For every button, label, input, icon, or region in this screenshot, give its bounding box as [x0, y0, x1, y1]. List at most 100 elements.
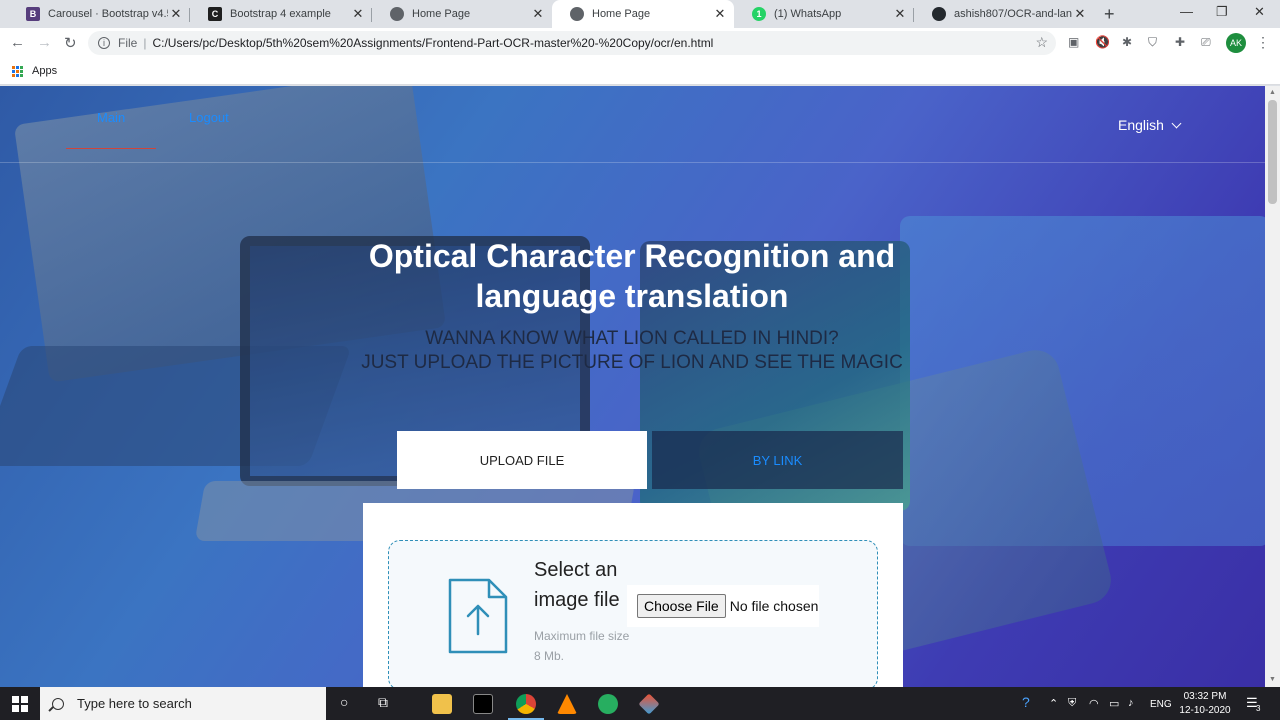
atom-icon[interactable] [598, 694, 618, 714]
tab-upload-file[interactable]: UPLOAD FILE [397, 431, 647, 489]
taskbar-search-placeholder: Type here to search [77, 696, 192, 711]
tab-strip: B Carousel · Bootstrap v4.5 ✕ C Bootstra… [0, 0, 1280, 28]
tab-title: Carousel · Bootstrap v4.5 [48, 8, 168, 20]
tab-title: (1) WhatsApp [774, 8, 842, 20]
language-label: English [1118, 117, 1164, 133]
shield-extension-icon[interactable]: ⛉ [1148, 35, 1157, 50]
hero-subtitle-line: WANNA KNOW WHAT LION CALLED IN HINDI? [425, 328, 839, 349]
upload-file-icon [448, 578, 508, 654]
new-tab-button[interactable]: + [1104, 4, 1115, 25]
apps-grid-icon[interactable] [12, 65, 23, 77]
taskbar-search[interactable]: Type here to search [40, 687, 326, 720]
address-divider: | [143, 36, 147, 50]
max-size-line: 8 Mb. [534, 649, 565, 663]
address-url: C:/Users/pc/Desktop/5th%20sem%20Assignme… [152, 36, 714, 50]
bug-extension-icon[interactable]: ✱ [1122, 35, 1132, 49]
site-navbar: Main Logout English [0, 86, 1265, 163]
task-view-icon[interactable]: ⧉ [378, 694, 388, 711]
hero-subtitle: WANNA KNOW WHAT LION CALLED IN HINDI? JU… [282, 327, 982, 375]
file-dropzone[interactable]: Select an image file Maximum file size 8… [388, 540, 878, 687]
close-tab-icon[interactable]: ✕ [892, 6, 908, 22]
cast-icon[interactable]: ⎚ [1201, 35, 1211, 50]
file-input[interactable]: Choose File No file chosen [627, 585, 819, 627]
git-icon[interactable] [638, 693, 660, 715]
nav-main-link[interactable]: Main [97, 110, 125, 125]
tab-by-link[interactable]: BY LINK [652, 431, 903, 489]
notification-count-badge: 3 [1256, 704, 1261, 713]
browser-tab[interactable]: ashish807/OCR-and-languag ✕ [914, 0, 1094, 28]
select-image-label: Select an image file [534, 555, 620, 615]
active-nav-underline [66, 148, 156, 149]
hero-title: Optical Character Recognition and langua… [368, 238, 896, 314]
language-dropdown[interactable]: English [1118, 117, 1182, 133]
browser-tab[interactable]: C Bootstrap 4 example ✕ [190, 0, 372, 28]
wifi-icon[interactable]: ◠ [1089, 697, 1099, 710]
maximize-button[interactable]: ❐ [1216, 4, 1228, 20]
close-tab-icon[interactable]: ✕ [1072, 6, 1088, 22]
reload-icon[interactable]: ↻ [64, 34, 77, 52]
defender-shield-icon[interactable]: ⛨ [1068, 697, 1076, 710]
back-icon[interactable]: ← [10, 34, 25, 51]
address-scheme: File [118, 36, 138, 50]
browser-tab[interactable]: Home Page ✕ [372, 0, 552, 28]
forward-icon[interactable]: → [37, 34, 52, 51]
browser-tab-active[interactable]: Home Page ✕ [552, 0, 734, 28]
info-icon[interactable]: i [98, 37, 110, 49]
bootstrap-favicon-icon: B [26, 7, 40, 21]
github-favicon-icon [932, 7, 946, 21]
close-tab-icon[interactable]: ✕ [168, 6, 184, 22]
profile-avatar[interactable]: AK [1226, 33, 1246, 53]
tab-title: Bootstrap 4 example [230, 8, 331, 20]
nav-logout-link[interactable]: Logout [189, 110, 229, 125]
browser-tab[interactable]: 1 (1) WhatsApp ✕ [734, 0, 914, 28]
scroll-down-icon[interactable]: ▼ [1269, 676, 1276, 683]
tab-title: Home Page [412, 8, 471, 20]
apps-bookmark[interactable]: Apps [32, 65, 57, 77]
file-explorer-icon[interactable] [432, 694, 452, 714]
windows-taskbar: Type here to search ○ ⧉ ? ⌃ ⛨ ◠ ▭ ♪ ENG … [0, 687, 1280, 720]
mute-tab-icon[interactable]: 🔇 [1095, 35, 1110, 49]
globe-icon [570, 7, 584, 21]
taskbar-clock[interactable]: 03:32 PM 12-10-2020 [1172, 690, 1238, 718]
globe-icon [390, 7, 404, 21]
whatsapp-favicon-icon: 1 [752, 7, 766, 21]
windows-start-icon[interactable] [12, 696, 28, 712]
hero-subtitle-line: JUST UPLOAD THE PICTURE OF LION AND SEE … [361, 352, 903, 373]
close-tab-icon[interactable]: ✕ [712, 6, 728, 22]
no-file-chosen-text: No file chosen [729, 598, 819, 614]
puzzle-extensions-icon[interactable]: ✚ [1175, 35, 1185, 49]
tab-title: ashish807/OCR-and-languag [954, 8, 1072, 20]
scroll-up-icon[interactable]: ▲ [1269, 89, 1276, 96]
close-tab-icon[interactable]: ✕ [350, 6, 366, 22]
tab-title: Home Page [592, 8, 651, 20]
chevron-up-icon[interactable]: ⌃ [1049, 697, 1058, 710]
clock-date: 12-10-2020 [1179, 705, 1231, 716]
upload-card: Select an image file Maximum file size 8… [363, 503, 903, 687]
choose-file-button[interactable]: Choose File [637, 594, 726, 618]
menu-kebab-icon[interactable]: ⋮ [1256, 34, 1270, 51]
chrome-icon[interactable] [516, 694, 536, 714]
bookmarks-bar: Apps [0, 58, 1280, 85]
close-tab-icon[interactable]: ✕ [530, 6, 546, 22]
volume-icon[interactable]: ♪ [1128, 697, 1134, 709]
close-window-button[interactable]: ✕ [1254, 4, 1265, 20]
select-line: image file [534, 589, 620, 611]
cortana-icon[interactable]: ○ [340, 694, 348, 710]
terminal-icon[interactable] [473, 694, 493, 714]
browser-tab[interactable]: B Carousel · Bootstrap v4.5 ✕ [8, 0, 190, 28]
chevron-down-icon [1171, 118, 1182, 128]
page-scrollbar[interactable]: ▲ ▼ [1265, 86, 1280, 687]
browser-toolbar: ← → ↻ i File | C:/Users/pc/Desktop/5th%2… [0, 28, 1280, 58]
help-icon[interactable]: ? [1022, 694, 1030, 710]
extension-icon[interactable]: ▣ [1068, 35, 1079, 49]
max-size-line: Maximum file size [534, 629, 630, 643]
max-file-size-note: Maximum file size 8 Mb. [534, 626, 629, 666]
bookmark-star-icon[interactable]: ☆ [1035, 34, 1048, 51]
language-indicator[interactable]: ENG [1150, 699, 1172, 710]
battery-icon[interactable]: ▭ [1109, 697, 1119, 710]
vlc-icon[interactable] [557, 694, 577, 714]
search-icon [52, 697, 64, 710]
scrollbar-thumb[interactable] [1268, 100, 1277, 204]
minimize-button[interactable]: — [1180, 4, 1193, 19]
address-bar[interactable]: i File | C:/Users/pc/Desktop/5th%20sem%2… [88, 31, 1056, 55]
